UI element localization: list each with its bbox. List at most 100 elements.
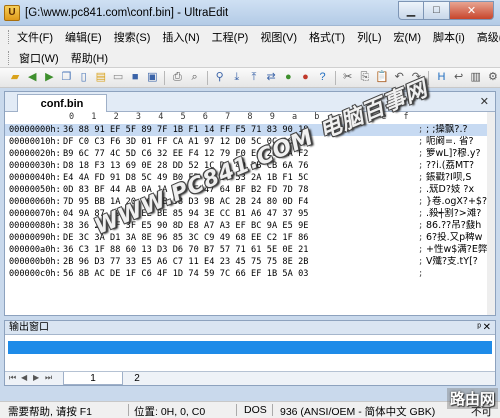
column-mode-icon[interactable]: ▥ (469, 70, 483, 85)
hex-row-ascii[interactable]: 6?投.又p稗w (426, 232, 492, 244)
vertical-scrollbar[interactable] (487, 112, 495, 315)
nav-first-icon[interactable]: ⏮ (9, 373, 16, 383)
hex-row-separator: ; (418, 233, 424, 243)
menu-row1-3[interactable]: 插入(N) (156, 29, 205, 45)
menu-bar: 文件(F) 编辑(E) 搜索(S) 插入(N) 工程(P) 视图(V) 格式(T) 列(L) 宏… (0, 26, 500, 68)
hex-row-address: 00000000h: (9, 125, 61, 135)
hex-row[interactable]: 00000060h: 7D 95 BB 1A 20 56 8B 58 D3 9B … (5, 196, 495, 208)
menu-row1-10[interactable]: 高级(A) (471, 29, 500, 45)
column-ruler: 0123456789abcdef (5, 112, 495, 124)
menu-row1-0[interactable]: 文件(F) (11, 29, 59, 45)
output-tab-2[interactable]: 2 (107, 372, 167, 385)
menu-row1-7[interactable]: 列(L) (351, 29, 387, 45)
hex-row[interactable]: 000000c0h: 56 8B AC DE 1F C6 4F 1D 74 59 … (5, 268, 495, 280)
hex-row-ascii[interactable]: 箩wL]?穆.y? (426, 148, 492, 160)
find-next-icon[interactable]: ⤓ (230, 70, 244, 85)
hex-row-ascii[interactable]: }卷.ogX?+$? (426, 196, 492, 208)
close-document-icon[interactable]: ✕ (480, 95, 489, 108)
hex-row-bytes[interactable]: 0D 83 BF 44 AB 0A 1A 8E CE 47 64 BF B2 F… (63, 184, 420, 196)
menu-grip[interactable] (8, 50, 11, 65)
hex-row-ascii[interactable]: ; ;操飘?.? (426, 124, 492, 136)
nav-next-icon[interactable]: ▶ (33, 373, 39, 382)
ultraedit-app-icon[interactable]: U (4, 4, 20, 21)
menu-row1-5[interactable]: 视图(V) (254, 29, 303, 45)
open-file-icon[interactable]: ▤ (94, 70, 108, 85)
replace-icon[interactable]: ⇄ (264, 70, 278, 85)
find-icon[interactable]: ⚲ (213, 70, 227, 85)
hex-row-bytes[interactable]: 56 8B AC DE 1F C6 4F 1D 74 59 7C 66 EF 1… (63, 268, 420, 280)
hex-row[interactable]: 00000050h: 0D 83 BF 44 AB 0A 1A 8E CE 47 … (5, 184, 495, 196)
hex-row[interactable]: 00000080h: 38 36 2E 3F 3F E5 90 8D E8 A7 … (5, 220, 495, 232)
copy-clip-icon[interactable]: ⎘ (358, 70, 372, 85)
open-folder-icon[interactable]: ▰ (8, 70, 22, 85)
hex-row-ascii[interactable]: 呃阚=. 省? (426, 136, 492, 148)
hex-row-ascii[interactable]: .兓D?妓 ?x (426, 184, 492, 196)
ruler-tick: 8 (247, 112, 253, 122)
hex-row-ascii[interactable]: .殺┽割?>滩? (426, 208, 492, 220)
close-button[interactable]: ✕ (450, 0, 494, 20)
output-window-title: 输出窗口 (9, 322, 49, 333)
pin-icon[interactable]: ᵖ (477, 321, 481, 334)
ruler-tick: 4 (158, 112, 164, 122)
settings-icon[interactable]: ⚙ (486, 70, 500, 85)
hex-row-address: 00000080h: (9, 221, 61, 231)
menu-row1-1[interactable]: 编辑(E) (59, 29, 108, 45)
hex-row-ascii[interactable]: +性w$满?E弊 (426, 244, 492, 256)
ruler-tick: 5 (180, 112, 186, 122)
forward-arrow-icon[interactable]: ▶ (42, 70, 56, 85)
hex-toggle-icon[interactable]: H (434, 70, 448, 85)
find-prev-icon[interactable]: ⤒ (247, 70, 261, 85)
word-wrap-icon[interactable]: ↩ (452, 70, 466, 85)
menu-row1-4[interactable]: 工程(P) (206, 29, 255, 45)
browser-icon[interactable]: ● (298, 70, 312, 85)
hex-row[interactable]: 000000a0h: 36 C3 1F 88 60 13 D3 D6 70 B7 … (5, 244, 495, 256)
menu-row1-6[interactable]: 格式(T) (303, 29, 351, 45)
copy-icon[interactable]: ❐ (59, 70, 73, 85)
maximize-button[interactable]: □ (424, 0, 450, 20)
status-codepage[interactable]: 936 (ANSI/OEM - 简体中文 GBK) (280, 404, 435, 418)
nav-last-icon[interactable]: ⏭ (45, 373, 52, 383)
save-icon[interactable]: ■ (128, 70, 142, 85)
minimize-button[interactable]: ▁ (398, 0, 424, 20)
menu-grip[interactable] (8, 29, 9, 44)
help-icon[interactable]: ? (316, 70, 330, 85)
hex-row-address: 00000010h: (9, 137, 61, 147)
back-arrow-icon[interactable]: ◀ (25, 70, 39, 85)
tab-conf-bin[interactable]: conf.bin (17, 94, 107, 112)
paste-icon[interactable]: 📋 (375, 70, 389, 85)
hex-row-ascii[interactable]: 鋹戳?I呗,S (426, 172, 492, 184)
hex-row-address: 00000030h: (9, 161, 61, 171)
toolbar-separator (334, 70, 336, 85)
print-icon[interactable]: ⎙ (170, 70, 184, 85)
hex-row[interactable]: 00000070h: 04 9A 87 A9 A8 EE BE 85 94 3E … (5, 208, 495, 220)
hex-row-address: 000000c0h: (9, 269, 61, 279)
menu-row1-9[interactable]: 脚本(i) (427, 29, 471, 45)
menu-row-main: 文件(F) 编辑(E) 搜索(S) 插入(N) 工程(P) 视图(V) 格式(T) 列(L) 宏… (0, 26, 500, 47)
nav-prev-icon[interactable]: ◀ (21, 373, 27, 382)
menu-row1-8[interactable]: 宏(M) (388, 29, 428, 45)
hex-row[interactable]: 00000000h: 36 88 91 EF 5F 89 7F 1B F1 14 … (5, 124, 495, 136)
menu-row2-1[interactable]: 帮助(H) (65, 50, 114, 66)
hex-row[interactable]: 000000b0h: 2B 96 D3 77 33 E5 A6 C7 11 E4 … (5, 256, 495, 268)
corner-watermark-logo: 路由网 (446, 388, 498, 409)
menu-row1-2[interactable]: 搜索(S) (108, 29, 157, 45)
cut-icon[interactable]: ✂ (341, 70, 355, 85)
hex-row-ascii[interactable]: 86.??吊?鼗h (426, 220, 492, 232)
status-line-format[interactable]: DOS (244, 404, 267, 416)
output-selected-line[interactable] (8, 341, 492, 354)
ftp-icon[interactable]: ● (281, 70, 295, 85)
output-window-header: 输出窗口 ᵖ ✕ (5, 321, 495, 335)
print-preview-icon[interactable]: ⌕ (188, 70, 202, 85)
close-output-icon[interactable]: ✕ (483, 321, 491, 334)
new-file-icon[interactable]: ▯ (77, 70, 91, 85)
hex-row-ascii[interactable]: ??i.(荔MT? (426, 160, 492, 172)
hex-row-bytes[interactable]: 36 C3 1F 88 60 13 D3 D6 70 B7 57 71 61 5… (63, 244, 420, 256)
output-window: 输出窗口 ᵖ ✕ ⏮ ◀ ▶ ⏭ 1 2 (4, 320, 496, 386)
hex-row-ascii[interactable]: V殲?支.tY[? (426, 256, 492, 268)
hex-row[interactable]: 00000090h: DE 3C 3A D1 3A 8E 96 85 3C C9 … (5, 232, 495, 244)
hex-row-bytes[interactable]: 2B 96 D3 77 33 E5 A6 C7 11 E4 23 45 75 7… (63, 256, 420, 268)
menu-row2-0[interactable]: 窗口(W) (13, 50, 65, 66)
close-file-icon[interactable]: ▭ (111, 70, 125, 85)
save-all-icon[interactable]: ▣ (145, 70, 159, 85)
hex-row-separator: ; (418, 161, 424, 171)
